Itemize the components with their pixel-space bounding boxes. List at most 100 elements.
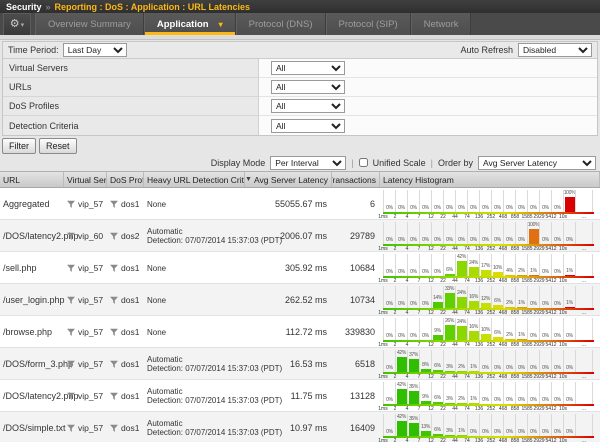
histogram-bucket: 1% xyxy=(455,414,467,436)
dos-profile-label: dos1 xyxy=(121,391,139,401)
filter-funnel-icon[interactable] xyxy=(67,264,75,272)
filter-funnel-icon[interactable] xyxy=(67,200,75,208)
table-row: /DOS/simple.txtvip_57dos1AutomaticDetect… xyxy=(0,412,600,442)
column-header-latency-histogram[interactable]: Latency Histogram xyxy=(380,172,600,187)
column-header-url[interactable]: URL xyxy=(0,172,64,187)
tab-application[interactable]: Application▾ xyxy=(144,13,236,35)
display-bar: Display Mode Per Interval | Unified Scal… xyxy=(0,154,600,171)
criterion-line1: None xyxy=(147,296,166,305)
histogram-bucket-value: 6% xyxy=(494,299,501,304)
histogram-bar xyxy=(469,371,479,372)
histogram-bucket-value: 0% xyxy=(518,206,525,211)
histogram-bucket: 0% xyxy=(383,350,395,372)
histogram-tick-label: 44 xyxy=(449,214,461,220)
filter-funnel-icon[interactable] xyxy=(67,232,75,240)
tab-bar-divider xyxy=(0,35,600,40)
histogram-overflow-label: ... xyxy=(575,438,593,442)
display-mode-select[interactable]: Per Interval xyxy=(270,156,346,170)
histogram-bar xyxy=(517,275,527,276)
histogram-bucket-value: 2% xyxy=(518,269,525,274)
tab-network[interactable]: Network xyxy=(411,13,472,35)
filter-button[interactable]: Filter xyxy=(2,138,36,154)
dos-profile-cell: dos1 xyxy=(107,380,144,412)
column-header-heavy-url-detection-criterion[interactable]: Heavy URL Detection Criterion xyxy=(144,172,245,187)
histogram-bucket-value: 0% xyxy=(398,270,405,275)
tab-protocol-dns[interactable]: Protocol (DNS) xyxy=(236,13,326,35)
filter-funnel-icon[interactable] xyxy=(67,424,75,432)
filter-select-dos-profiles[interactable]: All xyxy=(271,99,345,113)
filter-funnel-icon[interactable] xyxy=(67,328,75,336)
histogram-bucket-value: 0% xyxy=(386,398,393,403)
filter-funnel-icon[interactable] xyxy=(110,328,118,336)
filter-buttons: Filter Reset xyxy=(2,138,600,154)
column-header-dos-profile[interactable]: DoS Profile xyxy=(107,172,144,187)
filter-funnel-icon[interactable] xyxy=(110,424,118,432)
histogram-bucket-value: 0% xyxy=(542,302,549,307)
histogram-tick-label: 2 xyxy=(389,342,401,348)
histogram-bucket-value: 2% xyxy=(506,333,513,338)
dos-profile-cell: dos1 xyxy=(107,188,144,220)
histogram-tick-label: 74 xyxy=(461,438,473,442)
histogram-tick-label: 2 xyxy=(389,214,401,220)
filter-funnel-icon[interactable] xyxy=(110,264,118,272)
histogram-ticks: 1ms2471222447413625246885815852929541210… xyxy=(383,406,595,412)
column-header-avg-server-latency[interactable]: ▼Avg Server Latency xyxy=(245,172,332,187)
histogram-bucket: 1% xyxy=(563,286,575,308)
time-period-select[interactable]: Last Day xyxy=(63,43,127,57)
histogram-tick-label: 7 xyxy=(413,310,425,316)
histogram-bar xyxy=(409,359,419,372)
histogram-tick-label: 5412 xyxy=(545,214,557,220)
histogram-bucket-value: 0% xyxy=(518,398,525,403)
histogram-tick-label: 44 xyxy=(449,406,461,412)
tab-protocol-sip[interactable]: Protocol (SIP) xyxy=(326,13,411,35)
histogram-bucket: 0% xyxy=(467,414,479,436)
histogram-tick-label: 22 xyxy=(437,342,449,348)
breadcrumb: Security » Reporting : DoS : Application… xyxy=(0,0,600,13)
column-header-virtual-server[interactable]: Virtual Server xyxy=(64,172,107,187)
filter-funnel-icon[interactable] xyxy=(67,296,75,304)
criterion-line1: Automatic xyxy=(147,419,242,428)
histogram-bar xyxy=(469,331,479,340)
filter-funnel-icon[interactable] xyxy=(110,296,118,304)
gear-menu-button[interactable]: ⚙ ▾ xyxy=(3,13,31,35)
histogram-bucket: 0% xyxy=(539,350,551,372)
histogram-tick-label: 12 xyxy=(425,438,437,442)
histogram-bar xyxy=(457,261,467,276)
filter-select-virtual-servers[interactable]: All xyxy=(271,61,345,75)
histogram-bucket: 4% xyxy=(503,254,515,276)
reset-button[interactable]: Reset xyxy=(39,138,77,154)
histogram-overflow-bucket xyxy=(575,382,593,404)
auto-refresh-select[interactable]: Disabled xyxy=(518,43,592,57)
histogram-bar xyxy=(505,339,515,340)
filter-funnel-icon[interactable] xyxy=(67,360,75,368)
order-by-select[interactable]: Avg Server Latency xyxy=(478,156,596,170)
filter-funnel-icon[interactable] xyxy=(110,232,118,240)
histogram-bar xyxy=(481,303,491,308)
filter-funnel-icon[interactable] xyxy=(110,200,118,208)
filter-funnel-icon[interactable] xyxy=(110,360,118,368)
filter-row-label: Virtual Servers xyxy=(3,59,259,78)
histogram-bucket: 0% xyxy=(407,254,419,276)
histogram-bucket: 100% xyxy=(563,190,575,212)
column-header-transactions[interactable]: ⇕Transactions xyxy=(332,172,380,187)
histogram-bucket-value: 6% xyxy=(434,396,441,401)
histogram-bucket: 0% xyxy=(527,286,539,308)
histogram-bar xyxy=(529,275,539,276)
unified-scale-checkbox[interactable] xyxy=(359,158,368,167)
histogram-overflow-bucket xyxy=(575,222,593,244)
tab-overview-summary[interactable]: Overview Summary xyxy=(35,13,144,35)
histogram-bar xyxy=(421,369,431,372)
transactions-cell: 10684 xyxy=(332,252,380,284)
histogram-bucket: 9% xyxy=(419,382,431,404)
histogram-bucket-value: 0% xyxy=(386,366,393,371)
histogram-bucket-value: 0% xyxy=(410,270,417,275)
filter-select-detection-criteria[interactable]: All xyxy=(271,119,345,133)
filter-funnel-icon[interactable] xyxy=(110,392,118,400)
url-cell: /DOS/form_3.php xyxy=(0,348,64,380)
histogram-bucket: 1% xyxy=(467,382,479,404)
filter-select-urls[interactable]: All xyxy=(271,80,345,94)
filter-funnel-icon[interactable] xyxy=(67,392,75,400)
histogram-bucket: 16% xyxy=(467,286,479,308)
histogram-bucket: 0% xyxy=(479,414,491,436)
dos-profile-cell: dos2 xyxy=(107,220,144,252)
